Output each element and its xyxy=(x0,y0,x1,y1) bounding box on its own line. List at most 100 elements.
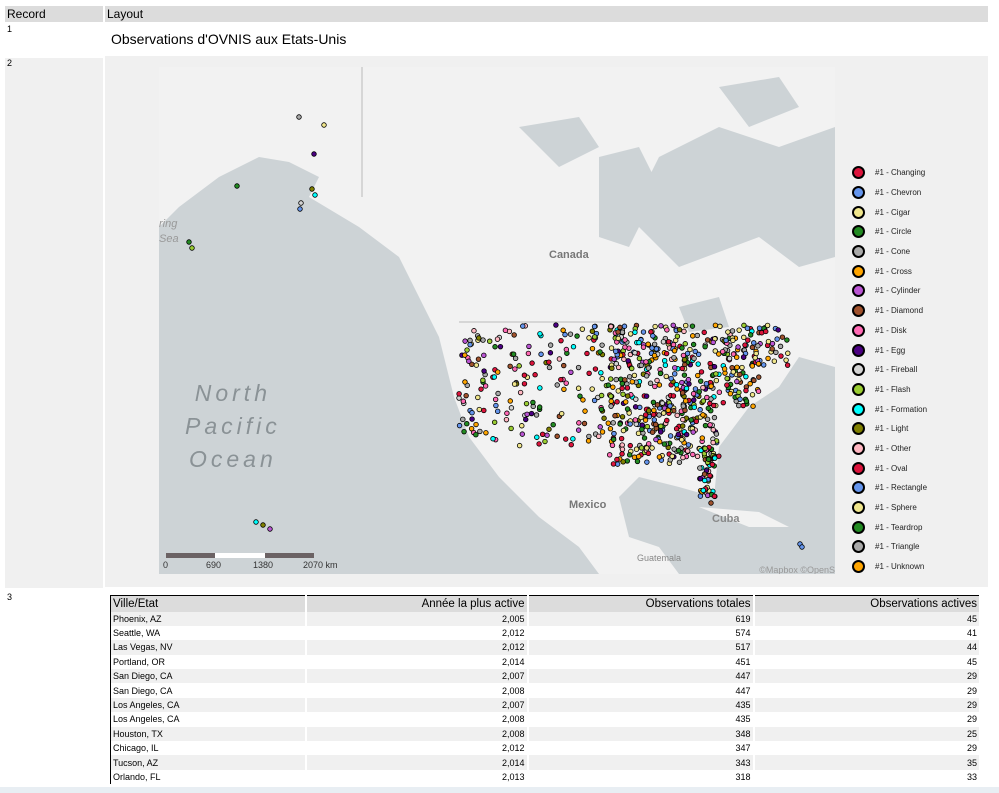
sighting-point[interactable] xyxy=(508,405,515,411)
sighting-point[interactable] xyxy=(591,323,598,330)
sighting-point[interactable] xyxy=(784,362,791,368)
sighting-point[interactable] xyxy=(682,341,688,347)
sighting-point[interactable] xyxy=(619,329,626,335)
legend-item[interactable]: #1 - Disk xyxy=(852,321,927,341)
sighting-point[interactable] xyxy=(702,445,708,452)
sighting-point[interactable] xyxy=(773,349,779,356)
sighting-point[interactable] xyxy=(702,422,709,429)
sighting-point[interactable] xyxy=(671,446,677,452)
sighting-point[interactable] xyxy=(483,430,489,436)
sighting-point[interactable] xyxy=(598,370,604,376)
sighting-point[interactable] xyxy=(487,338,493,344)
sighting-point[interactable] xyxy=(650,411,657,418)
sighting-point[interactable] xyxy=(681,328,687,335)
sighting-point[interactable] xyxy=(601,415,607,421)
sighting-point[interactable] xyxy=(611,430,617,437)
legend-item[interactable]: #1 - Chevron xyxy=(852,183,927,203)
sighting-point[interactable] xyxy=(586,335,592,341)
sighting-point[interactable] xyxy=(643,373,650,379)
sighting-point[interactable] xyxy=(625,358,631,364)
sighting-point[interactable] xyxy=(661,441,668,447)
sighting-point[interactable] xyxy=(690,451,696,458)
sighting-point[interactable] xyxy=(697,407,703,413)
sighting-point[interactable] xyxy=(737,371,743,378)
sighting-point[interactable] xyxy=(260,522,266,528)
sighting-point[interactable] xyxy=(664,327,670,333)
sighting-point[interactable] xyxy=(502,327,509,334)
legend-item[interactable]: #1 - Formation xyxy=(852,399,927,419)
sighting-point[interactable] xyxy=(563,436,569,442)
sighting-point[interactable] xyxy=(741,334,747,341)
sighting-point[interactable] xyxy=(599,342,605,348)
sighting-point[interactable] xyxy=(642,412,649,418)
sighting-point[interactable] xyxy=(605,382,612,388)
sighting-point[interactable] xyxy=(688,417,694,423)
sighting-point[interactable] xyxy=(645,365,652,371)
sighting-point[interactable] xyxy=(510,351,517,357)
column-header[interactable]: Observations actives xyxy=(753,595,981,612)
sighting-point[interactable] xyxy=(641,435,648,441)
sighting-point[interactable] xyxy=(693,418,700,425)
table-row[interactable]: Orlando, FL 2,013 318 33 xyxy=(110,769,981,785)
sighting-point[interactable] xyxy=(665,407,671,413)
sighting-point[interactable] xyxy=(658,429,664,435)
sighting-point[interactable] xyxy=(579,326,586,332)
sighting-point[interactable] xyxy=(755,361,762,367)
legend-item[interactable]: #1 - Fireball xyxy=(852,360,927,380)
sighting-point[interactable] xyxy=(649,445,655,451)
sighting-point[interactable] xyxy=(533,412,540,418)
sighting-point[interactable] xyxy=(690,429,696,435)
sighting-point[interactable] xyxy=(708,396,714,402)
sighting-point[interactable] xyxy=(537,385,543,391)
sighting-point[interactable] xyxy=(463,392,469,399)
sighting-point[interactable] xyxy=(311,151,317,157)
sighting-point[interactable] xyxy=(592,366,599,372)
sighting-point[interactable] xyxy=(608,323,614,330)
sighting-point[interactable] xyxy=(733,354,740,360)
table-row[interactable]: Los Angeles, CA 2,007 435 29 xyxy=(110,697,981,713)
sighting-point[interactable] xyxy=(186,239,192,245)
sighting-point[interactable] xyxy=(650,333,656,339)
sighting-point[interactable] xyxy=(702,477,708,484)
sighting-point[interactable] xyxy=(698,369,705,375)
sighting-point[interactable] xyxy=(639,426,645,433)
sighting-point[interactable] xyxy=(726,355,733,362)
sighting-point[interactable] xyxy=(608,398,614,404)
sighting-point[interactable] xyxy=(713,431,720,437)
sighting-point[interactable] xyxy=(721,366,728,372)
sighting-point[interactable] xyxy=(575,385,582,391)
sighting-point[interactable] xyxy=(751,340,757,346)
sighting-point[interactable] xyxy=(643,359,649,365)
sighting-point[interactable] xyxy=(763,328,769,335)
sighting-point[interactable] xyxy=(682,407,688,414)
sighting-point[interactable] xyxy=(747,332,754,338)
sighting-point[interactable] xyxy=(680,423,686,429)
sighting-point[interactable] xyxy=(598,392,605,399)
sighting-point[interactable] xyxy=(617,421,623,427)
sighting-point[interactable] xyxy=(570,344,577,350)
sighting-point[interactable] xyxy=(727,390,734,397)
sighting-point[interactable] xyxy=(530,399,536,406)
sighting-point[interactable] xyxy=(475,356,482,362)
sighting-point[interactable] xyxy=(719,348,726,355)
sighting-point[interactable] xyxy=(562,331,568,338)
sighting-point[interactable] xyxy=(724,375,730,382)
sighting-point[interactable] xyxy=(559,410,565,417)
sighting-point[interactable] xyxy=(636,355,643,362)
table-row[interactable]: Phoenix, AZ 2,005 619 45 xyxy=(110,611,981,626)
sighting-point[interactable] xyxy=(667,433,674,439)
legend-item[interactable]: #1 - Sphere xyxy=(852,498,927,518)
legend-item[interactable]: #1 - Cross xyxy=(852,261,927,281)
sighting-point[interactable] xyxy=(532,372,538,378)
sighting-point[interactable] xyxy=(586,433,592,440)
sighting-point[interactable] xyxy=(708,500,714,506)
sighting-point[interactable] xyxy=(749,363,756,369)
sighting-point[interactable] xyxy=(743,398,750,404)
sighting-point[interactable] xyxy=(504,410,510,416)
sighting-point[interactable] xyxy=(610,420,616,426)
sighting-point[interactable] xyxy=(690,341,697,348)
sighting-point[interactable] xyxy=(620,391,626,397)
sighting-point[interactable] xyxy=(491,374,498,380)
sighting-point[interactable] xyxy=(575,427,582,433)
sighting-point[interactable] xyxy=(613,348,619,355)
